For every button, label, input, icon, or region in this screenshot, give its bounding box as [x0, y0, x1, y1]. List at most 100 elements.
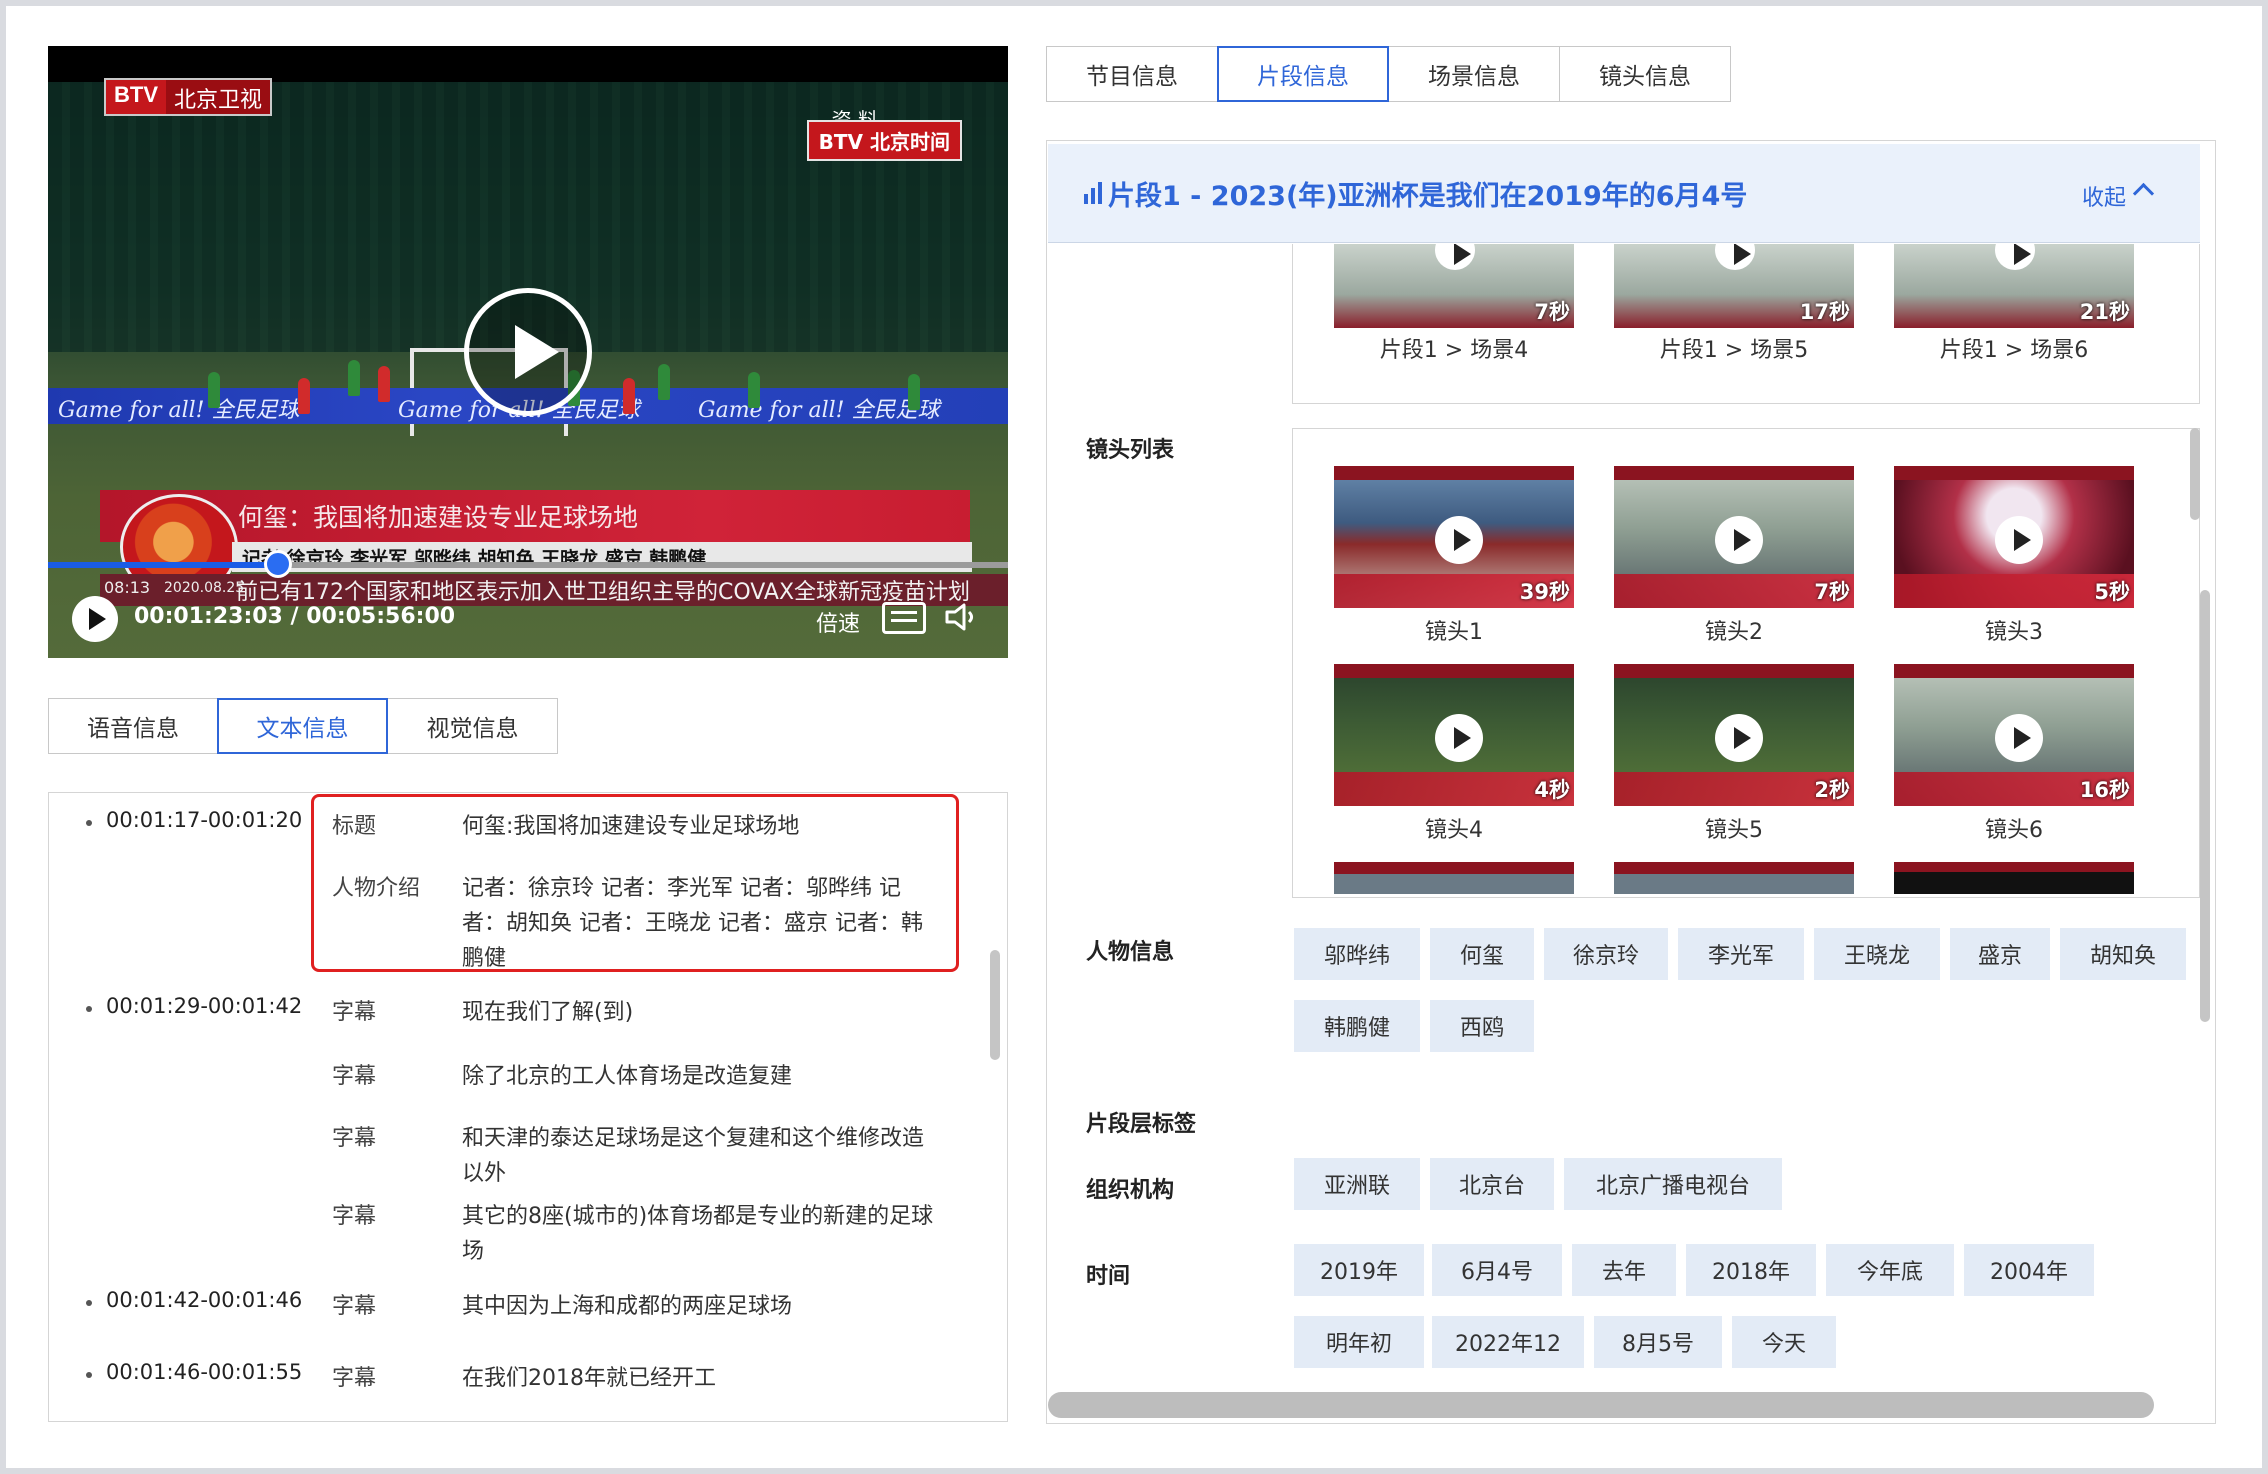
time-tag[interactable]: 去年: [1572, 1244, 1676, 1296]
shot-thumbnail-partial[interactable]: [1614, 862, 1854, 894]
volume-icon[interactable]: [944, 602, 980, 632]
shot-thumbnail[interactable]: 16秒: [1894, 664, 2134, 806]
play-icon[interactable]: [72, 596, 118, 642]
entry-type: 字幕: [332, 1366, 377, 1391]
person-tag[interactable]: 胡知奂: [2060, 928, 2186, 980]
tab-scene-info[interactable]: 场景信息: [1388, 46, 1560, 102]
play-icon[interactable]: [1995, 244, 2035, 270]
person-tag[interactable]: 盛京: [1950, 928, 2050, 980]
tab-program-info[interactable]: 节目信息: [1046, 46, 1218, 102]
speed-button[interactable]: 倍速: [816, 606, 860, 638]
time-tag[interactable]: 2004年: [1964, 1244, 2094, 1296]
tab-shot-info[interactable]: 镜头信息: [1559, 46, 1731, 102]
player-figure: [378, 366, 390, 402]
play-icon[interactable]: [1995, 516, 2043, 564]
shot-thumbnail[interactable]: 5秒: [1894, 466, 2134, 608]
time-tag[interactable]: 明年初: [1294, 1316, 1424, 1368]
time-tag[interactable]: 今天: [1732, 1316, 1836, 1368]
person-tag[interactable]: 邬晔纬: [1294, 928, 1420, 980]
org-tag[interactable]: 亚洲联: [1294, 1158, 1420, 1210]
entry-time: 00:01:17-00:01:20: [106, 808, 303, 832]
play-icon[interactable]: [1435, 516, 1483, 564]
person-tag[interactable]: 徐京玲: [1544, 928, 1668, 980]
shot-thumbnail[interactable]: 4秒: [1334, 664, 1574, 806]
time-tag[interactable]: 2022年12: [1432, 1316, 1584, 1368]
tab-speech-info[interactable]: 语音信息: [48, 698, 218, 754]
thumb-top-strip: [1614, 466, 1854, 480]
shot-thumbnail-partial[interactable]: [1894, 862, 2134, 894]
left-tab-bar: 语音信息 文本信息 视觉信息: [48, 698, 558, 754]
scene-thumbnail[interactable]: 17秒: [1614, 244, 1854, 328]
logo-channel: 北京卫视: [166, 80, 271, 114]
right-vertical-scrollbar[interactable]: [2200, 590, 2210, 1022]
play-icon[interactable]: [1435, 714, 1483, 762]
scene-caption: 片段1 > 场景6: [1939, 338, 2089, 363]
person-tag[interactable]: 何玺: [1430, 928, 1534, 980]
time-tag[interactable]: 今年底: [1826, 1244, 1954, 1296]
person-tag[interactable]: 西鸥: [1430, 1000, 1534, 1052]
play-icon[interactable]: [1715, 516, 1763, 564]
segment-title: 片段1 - 2023(年)亚洲杯是我们在2019年的6月4号: [1108, 181, 1748, 212]
shot-list-label: 镜头列表: [1086, 438, 1175, 463]
time-tag[interactable]: 2018年: [1686, 1244, 1816, 1296]
player-figure: [348, 360, 360, 396]
thumb-top-strip: [1894, 664, 2134, 678]
shot-thumbnail[interactable]: 7秒: [1614, 466, 1854, 608]
people-label: 人物信息: [1086, 940, 1175, 965]
scene-thumbnail[interactable]: 7秒: [1334, 244, 1574, 328]
shot-caption: 镜头1: [1425, 620, 1483, 645]
player-figure: [623, 378, 635, 414]
shot-duration: 2秒: [1814, 778, 1850, 802]
player-figure: [908, 374, 920, 410]
video-player[interactable]: Game for all! 全民足球 Game for all! 全民足球 Ga…: [48, 46, 1008, 658]
shot-duration: 16秒: [2079, 778, 2130, 802]
entry-type: 字幕: [332, 1204, 377, 1229]
playback-time: 00:01:23:03 / 00:05:56:00: [134, 604, 456, 629]
thumb-top-strip: [1894, 466, 2134, 480]
right-horizontal-scrollbar[interactable]: [1048, 1392, 2154, 1418]
board-slogan: Game for all! 全民足球: [698, 398, 940, 423]
entry-type: 字幕: [332, 1294, 377, 1319]
play-icon[interactable]: [1715, 714, 1763, 762]
left-scrollbar[interactable]: [990, 950, 1000, 1060]
person-tag[interactable]: 李光军: [1678, 928, 1804, 980]
big-play-icon[interactable]: [464, 288, 592, 416]
scene-caption: 片段1 > 场景4: [1379, 338, 1529, 363]
bullet-dot: [86, 1006, 92, 1012]
shot-caption: 镜头2: [1705, 620, 1763, 645]
entry-type: 字幕: [332, 1000, 377, 1025]
org-tag[interactable]: 北京广播电视台: [1564, 1158, 1782, 1210]
collapse-button[interactable]: 收起: [2082, 180, 2126, 212]
shot-caption: 镜头5: [1705, 818, 1763, 843]
entry-text: 和天津的泰达足球场是这个复建和这个维修改造: [462, 1126, 925, 1151]
entry-text: 除了北京的工人体育场是改造复建: [462, 1064, 793, 1089]
tab-text-info[interactable]: 文本信息: [217, 698, 388, 754]
shot-thumbnail[interactable]: 39秒: [1334, 466, 1574, 608]
entry-text: 现在我们了解(到): [462, 1000, 634, 1025]
time-tag[interactable]: 6月4号: [1432, 1244, 1562, 1296]
shot-duration: 5秒: [2094, 580, 2130, 604]
bullet-dot: [86, 820, 92, 826]
shot-duration: 39秒: [1519, 580, 1570, 604]
org-tag[interactable]: 北京台: [1430, 1158, 1554, 1210]
tab-visual-info[interactable]: 视觉信息: [387, 698, 558, 754]
time-tag[interactable]: 2019年: [1294, 1244, 1424, 1296]
play-icon[interactable]: [1435, 244, 1475, 270]
shot-duration: 7秒: [1814, 580, 1850, 604]
tab-segment-info[interactable]: 片段信息: [1217, 46, 1389, 102]
caption-title: 何玺：我国将加速建设专业足球场地: [238, 503, 639, 532]
time-tag[interactable]: 8月5号: [1594, 1316, 1722, 1368]
person-tag[interactable]: 王晓龙: [1814, 928, 1940, 980]
subtitle-icon[interactable]: [882, 602, 926, 634]
play-icon[interactable]: [1715, 244, 1755, 270]
play-icon[interactable]: [1995, 714, 2043, 762]
shot-list-scrollbar[interactable]: [2190, 428, 2200, 520]
scene-thumbnail[interactable]: 21秒: [1894, 244, 2134, 328]
shot-duration: 4秒: [1534, 778, 1570, 802]
shot-thumbnail[interactable]: 2秒: [1614, 664, 1854, 806]
logo-brand: BTV: [106, 80, 166, 114]
entry-text: 场: [462, 1239, 485, 1264]
shot-thumbnail-partial[interactable]: [1334, 862, 1574, 894]
thumb-top-strip: [1334, 466, 1574, 480]
person-tag[interactable]: 韩鹏健: [1294, 1000, 1420, 1052]
